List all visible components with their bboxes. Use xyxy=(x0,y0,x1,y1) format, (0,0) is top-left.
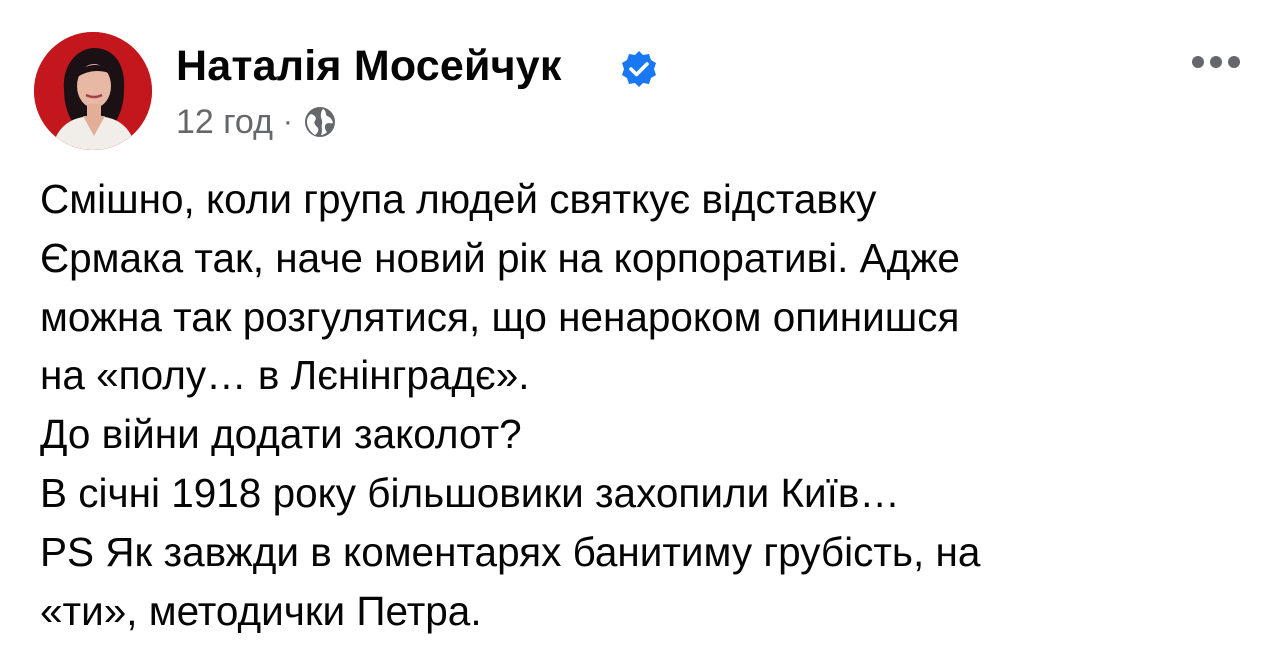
avatar-portrait xyxy=(34,32,152,150)
more-options-icon[interactable] xyxy=(1190,52,1242,72)
post-text-line: на «полу… в Лєнінградє». xyxy=(40,352,530,399)
meta-separator: · xyxy=(282,105,293,138)
post-text-line: До війни додати заколот? xyxy=(40,411,522,458)
post-text-line: «ти», методички Петра. xyxy=(40,587,482,634)
avatar[interactable] xyxy=(34,32,152,150)
post-text-line: Єрмака так, наче новий рік на корпоратив… xyxy=(40,234,960,281)
verified-badge-icon xyxy=(622,51,656,87)
post-text-line: Смішно, коли група людей святкує відстав… xyxy=(40,176,877,222)
post-meta: 12 год · xyxy=(176,100,337,144)
post-text-line: можна так розгулятися, що ненароком опин… xyxy=(40,293,960,340)
post-text-line: В січні 1918 року більшовики захопили Ки… xyxy=(40,469,900,516)
post-text: Смішно, коли група людей святкує відстав… xyxy=(40,170,1250,640)
post-text-line: PS Як завжди в коментарях банитиму грубі… xyxy=(40,528,981,575)
globe-icon[interactable] xyxy=(303,105,337,139)
author-name-link[interactable]: Наталія Мосейчук xyxy=(176,40,562,92)
post-timestamp-link[interactable]: 12 год xyxy=(176,103,273,142)
facebook-post: Наталія Мосейчук 12 год · Смішно, коли г… xyxy=(0,0,1280,647)
